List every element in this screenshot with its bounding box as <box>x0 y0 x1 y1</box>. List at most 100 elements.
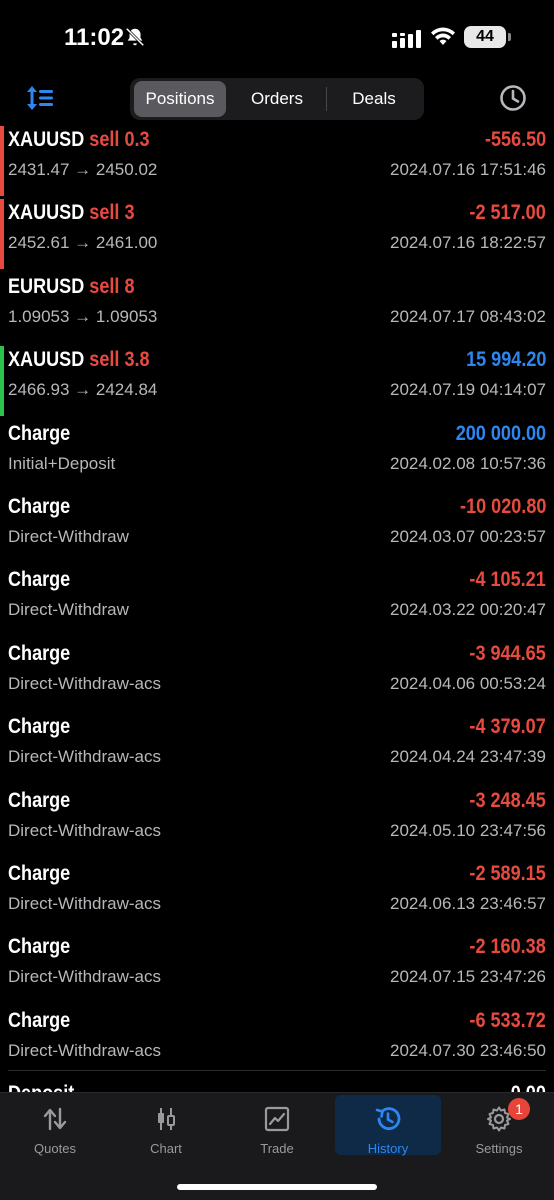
row-symbol: EURUSD <box>8 274 85 298</box>
row-amount: -556.50 <box>484 128 546 151</box>
history-row[interactable]: XAUUSD sell 0.3 -556.50 2431.47 → 2450.02 2… <box>0 124 554 197</box>
row-datetime: 2024.04.06 00:53:24 <box>390 673 546 693</box>
candlestick-chart-icon <box>158 1108 175 1130</box>
clock-icon[interactable] <box>499 84 527 112</box>
nav-trade-label: Trade <box>260 1141 294 1156</box>
history-row[interactable]: Charge -2 589.15 Direct-Withdraw-acs 2024.0… <box>0 858 554 931</box>
row-amount: -2 589.15 <box>469 861 546 885</box>
row-title: Deposit <box>8 1082 74 1092</box>
row-detail: Direct-Withdraw <box>8 526 129 546</box>
history-row[interactable]: Charge -4 379.07 Direct-Withdraw-acs 2024.0… <box>0 711 554 784</box>
nav-trade[interactable]: Trade <box>224 1095 330 1156</box>
quotes-icon <box>43 1107 67 1131</box>
row-amount: -10 020.80 <box>459 494 546 518</box>
row-amount: -3 248.45 <box>469 788 546 812</box>
row-amount: -3 944.65 <box>469 641 546 665</box>
row-symbol: Charge <box>8 421 71 445</box>
sort-icon[interactable] <box>26 84 56 112</box>
row-symbol: XAUUSD <box>8 348 85 372</box>
row-symbol: Charge <box>8 861 71 885</box>
history-row[interactable]: Charge -4 105.21 Direct-Withdraw 2024.03.22… <box>0 564 554 637</box>
history-row[interactable]: Charge -10 020.80 Direct-Withdraw 2024.03.0… <box>0 491 554 564</box>
row-deal-type: sell 3 <box>89 201 135 225</box>
cellular-signal-icon <box>392 30 421 48</box>
row-title: Charge <box>8 422 70 446</box>
row-datetime: 2024.05.10 23:47:56 <box>390 820 546 840</box>
row-datetime: 2024.04.24 23:47:39 <box>390 747 546 767</box>
row-symbol: XAUUSD <box>8 201 85 225</box>
row-title: Charge <box>8 862 70 886</box>
row-amount: -4 379.07 <box>469 715 546 739</box>
history-row[interactable]: Charge -3 944.65 Direct-Withdraw-acs 2024.0… <box>0 638 554 711</box>
tab-positions[interactable]: Positions <box>134 81 226 117</box>
history-row[interactable]: Deposit 0.00 <box>0 1078 554 1092</box>
history-row[interactable]: Charge -6 533.72 Direct-Withdraw-acs 2024.0… <box>0 1005 554 1078</box>
row-detail: Direct-Withdraw <box>8 600 129 620</box>
history-row[interactable]: Charge -2 160.38 Direct-Withdraw-acs 2024.0… <box>0 931 554 1004</box>
nav-chart[interactable]: Chart <box>113 1095 219 1156</box>
row-amount: -6 533.72 <box>469 1008 546 1032</box>
row-symbol: Charge <box>8 1008 71 1032</box>
status-bar: 11:02 44 <box>0 0 554 70</box>
history-list[interactable]: XAUUSD sell 0.3 -556.50 2431.47 → 2450.02 2… <box>0 124 554 1092</box>
row-detail: Initial+Deposit <box>8 453 116 473</box>
history-segmented-control: Positions Orders Deals <box>130 78 424 120</box>
history-row[interactable]: Charge -3 248.45 Direct-Withdraw-acs 2024.0… <box>0 785 554 858</box>
history-row[interactable]: XAUUSD sell 3 -2 517.00 2452.61 → 2461.00 2… <box>0 197 554 270</box>
nav-history-label: History <box>367 1141 409 1156</box>
nav-settings[interactable]: Settings <box>446 1095 552 1156</box>
tab-orders[interactable]: Orders <box>230 81 324 117</box>
row-title: Charge <box>8 495 70 519</box>
row-datetime: 2024.07.19 04:14:07 <box>390 380 546 400</box>
row-datetime: 2024.03.22 00:20:47 <box>390 600 546 620</box>
row-title: XAUUSD sell 3.8 <box>8 348 150 372</box>
wifi-icon <box>431 27 455 45</box>
row-datetime: 2024.07.15 23:47:26 <box>390 967 546 987</box>
status-time: 11:02 <box>64 24 125 51</box>
row-title: Charge <box>8 715 70 739</box>
row-detail: Direct-Withdraw-acs <box>8 673 162 693</box>
row-status-bar <box>0 126 4 196</box>
row-amount: 200 000.00 <box>455 421 546 445</box>
row-symbol: Charge <box>8 788 71 812</box>
history-icon <box>375 1107 401 1131</box>
row-amount: -2 160.38 <box>469 935 546 959</box>
history-row[interactable]: Charge 200 000.00 Initial+Deposit 2024.02.0… <box>0 418 554 491</box>
row-datetime: 2024.07.17 08:43:02 <box>390 306 546 326</box>
tab-deals[interactable]: Deals <box>328 81 420 117</box>
row-detail: 2431.47 → 2450.02 <box>8 160 158 179</box>
row-status-bar <box>0 199 4 270</box>
row-deal-type: sell 0.3 <box>89 128 150 151</box>
row-amount: -4 105.21 <box>469 568 546 592</box>
row-datetime: 2024.03.07 00:23:57 <box>390 526 546 546</box>
row-symbol: Charge <box>8 715 71 739</box>
row-datetime: 2024.07.16 18:22:57 <box>390 233 546 253</box>
settings-notification-badge: 1 <box>508 1098 530 1120</box>
history-row[interactable]: EURUSD sell 8 1.09053 → 1.09053 2024.07.17… <box>0 271 554 344</box>
row-detail: Direct-Withdraw-acs <box>8 747 162 767</box>
row-title: EURUSD sell 8 <box>8 275 134 299</box>
row-title: Charge <box>8 935 70 959</box>
row-deal-type: sell 3.8 <box>89 348 150 372</box>
row-datetime: 2024.07.16 17:51:46 <box>390 160 546 179</box>
row-detail: Direct-Withdraw-acs <box>8 967 162 987</box>
row-title: Charge <box>8 789 70 813</box>
row-symbol: Charge <box>8 641 71 665</box>
row-datetime: 2024.02.08 10:57:36 <box>390 453 546 473</box>
history-row[interactable]: XAUUSD sell 3.8 15 994.20 2466.93 → 2424.8… <box>0 344 554 417</box>
row-datetime: 2024.07.30 23:46:50 <box>390 1040 546 1060</box>
row-title: XAUUSD sell 3 <box>8 201 134 225</box>
row-symbol: XAUUSD <box>8 128 85 151</box>
home-indicator[interactable] <box>177 1184 377 1190</box>
row-symbol: Charge <box>8 494 71 518</box>
nav-history[interactable]: History <box>335 1095 441 1156</box>
row-symbol: Charge <box>8 935 71 959</box>
trade-chart-icon <box>264 1106 290 1132</box>
row-amount: -2 517.00 <box>469 201 546 225</box>
row-title: Charge <box>8 642 70 666</box>
row-symbol: Deposit <box>8 1082 74 1092</box>
list-separator <box>8 1070 546 1071</box>
battery-indicator: 44 <box>464 26 511 48</box>
nav-quotes[interactable]: Quotes <box>2 1095 108 1156</box>
segment-divider <box>326 87 327 111</box>
